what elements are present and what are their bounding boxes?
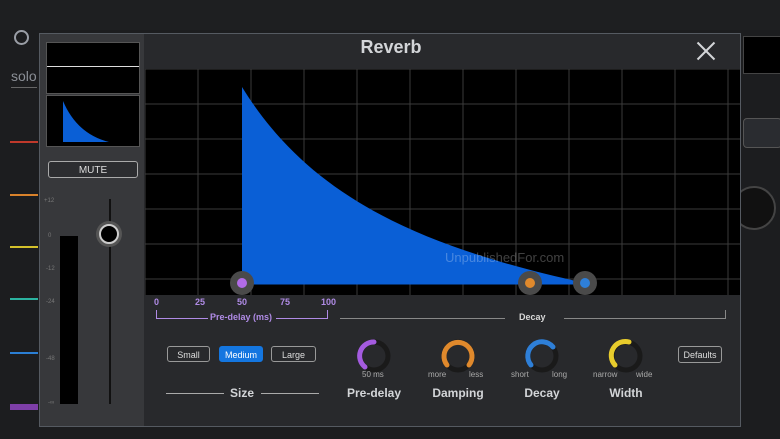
width-right-label: wide: [636, 370, 653, 379]
predelay-tick: 100: [321, 297, 337, 307]
predelay-knob-label: Pre-delay: [346, 386, 402, 400]
size-divider: [166, 393, 224, 394]
track-color-line: [10, 298, 38, 300]
dialog-title: Reverb: [360, 37, 422, 57]
predelay-value: 50 ms: [362, 370, 384, 379]
background-toolbar: [0, 0, 780, 30]
background-panel: [743, 36, 780, 74]
damping-knob-label: Damping: [432, 386, 484, 400]
decay-left-label: short: [511, 370, 529, 379]
fader-scale: +12 0 -12 -24 -48 -∞: [44, 198, 55, 406]
size-small-button[interactable]: Small: [167, 346, 210, 362]
solo-label[interactable]: solo: [11, 68, 37, 88]
width-knob-label: Width: [609, 386, 643, 400]
track-color-line: [10, 404, 38, 410]
predelay-tick: 25: [195, 297, 206, 307]
predelay-axis-label: Pre-delay (ms): [210, 312, 273, 322]
predelay-tick: 50: [237, 297, 248, 307]
width-left-label: narrow: [593, 370, 618, 379]
close-icon[interactable]: [694, 39, 718, 63]
predelay-tick: 75: [280, 297, 291, 307]
size-divider: [261, 393, 319, 394]
reverb-graph[interactable]: UnpublishedFor.com: [145, 69, 740, 295]
decay-knob-label: Decay: [524, 386, 560, 400]
reverb-dialog: MUTE +12 0 -12 -24 -48 -∞ Reverb Unpubli…: [39, 33, 741, 427]
record-indicator-icon: [14, 30, 29, 45]
decay-right-label: long: [552, 370, 568, 379]
fader-knob[interactable]: [99, 224, 119, 244]
defaults-button[interactable]: Defaults: [678, 346, 722, 363]
track-color-line: [10, 194, 38, 196]
size-label: Size: [230, 386, 255, 400]
track-color-line: [10, 141, 38, 143]
channel-strip: MUTE +12 0 -12 -24 -48 -∞: [40, 34, 144, 426]
decay-bracket: [340, 318, 505, 319]
track-color-line: [10, 246, 38, 248]
damping-right-label: less: [469, 370, 484, 379]
size-medium-button[interactable]: Medium: [219, 346, 263, 362]
predelay-bracket: [156, 310, 157, 318]
track-color-line: [10, 352, 38, 354]
damping-left-label: more: [428, 370, 447, 379]
decay-axis-label: Decay: [519, 312, 546, 322]
watermark: UnpublishedFor.com: [445, 250, 565, 265]
predelay-tick: 0: [154, 297, 160, 307]
background-button: [743, 118, 780, 148]
size-large-button[interactable]: Large: [271, 346, 316, 362]
